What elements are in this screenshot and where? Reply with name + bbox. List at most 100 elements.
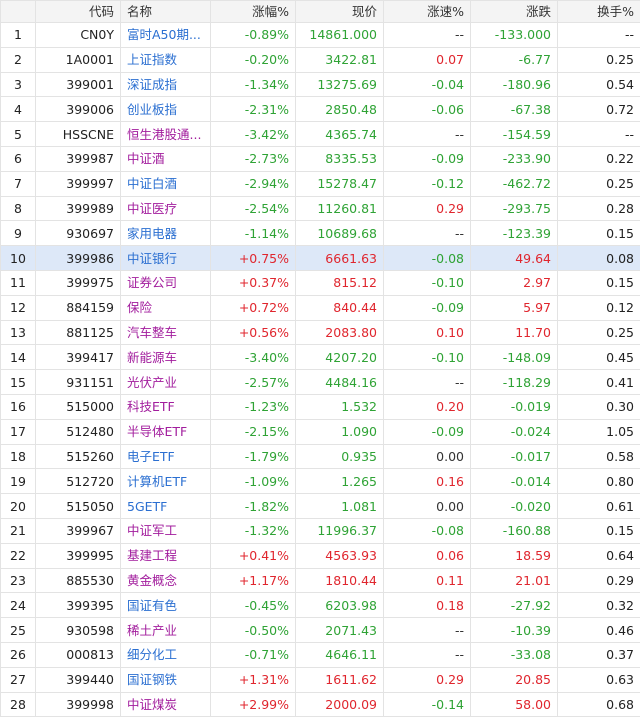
table-row[interactable]: 23885530黄金概念+1.17%1810.440.1121.010.29	[1, 568, 640, 593]
table-row[interactable]: 18515260电子ETF-1.79%0.9350.00-0.0170.58	[1, 444, 640, 469]
stock-name[interactable]: 中证银行	[121, 246, 211, 271]
table-row[interactable]: 10399986中证银行+0.75%6661.63-0.0849.640.08	[1, 246, 640, 271]
table-row[interactable]: 28399998中证煤炭+2.99%2000.09-0.1458.000.68	[1, 692, 640, 717]
column-header-turnover[interactable]: 换手%	[558, 1, 640, 23]
table-row[interactable]: 26000813细分化工-0.71%4646.11---33.080.37	[1, 642, 640, 667]
change-cell: -6.77	[471, 47, 558, 72]
row-index: 15	[1, 370, 36, 395]
change-pct-cell: -1.82%	[211, 494, 296, 519]
stock-code: 930697	[36, 221, 121, 246]
stock-name[interactable]: 国证有色	[121, 593, 211, 618]
stock-name[interactable]: 基建工程	[121, 543, 211, 568]
table-row[interactable]: 4399006创业板指-2.31%2850.48-0.06-67.380.72	[1, 97, 640, 122]
change-cell: 21.01	[471, 568, 558, 593]
stock-code: 399006	[36, 97, 121, 122]
table-row[interactable]: 5HSSCNE恒生港股通...-3.42%4365.74---154.59--	[1, 122, 640, 147]
price-cell: 8335.53	[296, 146, 384, 171]
table-row[interactable]: 22399995基建工程+0.41%4563.930.0618.590.64	[1, 543, 640, 568]
table-row[interactable]: 12884159保险+0.72%840.44-0.095.970.12	[1, 295, 640, 320]
stock-name[interactable]: 上证指数	[121, 47, 211, 72]
stock-name[interactable]: 5GETF	[121, 494, 211, 519]
row-index: 20	[1, 494, 36, 519]
table-row[interactable]: 13881125汽车整车+0.56%2083.800.1011.700.25	[1, 320, 640, 345]
table-row[interactable]: 19512720计算机ETF-1.09%1.2650.16-0.0140.80	[1, 469, 640, 494]
stock-name[interactable]: 科技ETF	[121, 394, 211, 419]
stock-name[interactable]: 中证酒	[121, 146, 211, 171]
price-cell: 815.12	[296, 270, 384, 295]
stock-name[interactable]: 富时A50期...	[121, 23, 211, 48]
column-header-code[interactable]: 代码	[36, 1, 121, 23]
table-row[interactable]: 8399989中证医疗-2.54%11260.810.29-293.750.28	[1, 196, 640, 221]
table-row[interactable]: 11399975证券公司+0.37%815.12-0.102.970.15	[1, 270, 640, 295]
stock-name[interactable]: 证券公司	[121, 270, 211, 295]
change-pct-cell: +0.75%	[211, 246, 296, 271]
table-row[interactable]: 205150505GETF-1.82%1.0810.00-0.0200.61	[1, 494, 640, 519]
price-cell: 10689.68	[296, 221, 384, 246]
stock-name[interactable]: 电子ETF	[121, 444, 211, 469]
change-cell: -133.000	[471, 23, 558, 48]
change-pct-cell: -1.14%	[211, 221, 296, 246]
stock-code: 1A0001	[36, 47, 121, 72]
stock-name[interactable]: 深证成指	[121, 72, 211, 97]
stock-name[interactable]: 黄金概念	[121, 568, 211, 593]
stock-name[interactable]: 新能源车	[121, 345, 211, 370]
stock-name[interactable]: 国证钢铁	[121, 667, 211, 692]
row-index: 6	[1, 146, 36, 171]
table-row[interactable]: 7399997中证白酒-2.94%15278.47-0.12-462.720.2…	[1, 171, 640, 196]
stock-name[interactable]: 中证医疗	[121, 196, 211, 221]
column-header-name[interactable]: 名称	[121, 1, 211, 23]
stock-code: CN0Y	[36, 23, 121, 48]
column-header-change-pct[interactable]: 涨幅%	[211, 1, 296, 23]
price-cell: 4484.16	[296, 370, 384, 395]
table-row[interactable]: 24399395国证有色-0.45%6203.980.18-27.920.32	[1, 593, 640, 618]
price-cell: 0.935	[296, 444, 384, 469]
stock-name[interactable]: 中证煤炭	[121, 692, 211, 717]
price-cell: 13275.69	[296, 72, 384, 97]
speed-cell: 0.29	[384, 667, 471, 692]
table-row[interactable]: 27399440国证钢铁+1.31%1611.620.2920.850.63	[1, 667, 640, 692]
table-row[interactable]: 17512480半导体ETF-2.15%1.090-0.09-0.0241.05	[1, 419, 640, 444]
table-row[interactable]: 9930697家用电器-1.14%10689.68---123.390.15	[1, 221, 640, 246]
table-row[interactable]: 16515000科技ETF-1.23%1.5320.20-0.0190.30	[1, 394, 640, 419]
table-row[interactable]: 25930598稀土产业-0.50%2071.43---10.390.46	[1, 618, 640, 643]
stock-name[interactable]: 细分化工	[121, 642, 211, 667]
stock-name[interactable]: 计算机ETF	[121, 469, 211, 494]
change-pct-cell: +1.17%	[211, 568, 296, 593]
column-header-speed[interactable]: 涨速%	[384, 1, 471, 23]
change-pct-cell: -1.09%	[211, 469, 296, 494]
change-pct-cell: -1.32%	[211, 518, 296, 543]
stock-name[interactable]: 光伏产业	[121, 370, 211, 395]
table-row[interactable]: 21A0001上证指数-0.20%3422.810.07-6.770.25	[1, 47, 640, 72]
stock-name[interactable]: 稀土产业	[121, 618, 211, 643]
column-header-index[interactable]	[1, 1, 36, 23]
stock-name[interactable]: 半导体ETF	[121, 419, 211, 444]
change-cell: -27.92	[471, 593, 558, 618]
stock-name[interactable]: 中证军工	[121, 518, 211, 543]
speed-cell: -0.12	[384, 171, 471, 196]
table-row[interactable]: 15931151光伏产业-2.57%4484.16---118.290.41	[1, 370, 640, 395]
stock-name[interactable]: 保险	[121, 295, 211, 320]
table-row[interactable]: 3399001深证成指-1.34%13275.69-0.04-180.960.5…	[1, 72, 640, 97]
change-pct-cell: -0.71%	[211, 642, 296, 667]
row-index: 18	[1, 444, 36, 469]
column-header-price[interactable]: 现价	[296, 1, 384, 23]
turnover-cell: 0.12	[558, 295, 640, 320]
stock-code: 399997	[36, 171, 121, 196]
stock-name[interactable]: 中证白酒	[121, 171, 211, 196]
speed-cell: -0.04	[384, 72, 471, 97]
speed-cell: --	[384, 370, 471, 395]
column-header-change[interactable]: 涨跌	[471, 1, 558, 23]
table-row[interactable]: 6399987中证酒-2.73%8335.53-0.09-233.900.22	[1, 146, 640, 171]
stock-name[interactable]: 恒生港股通...	[121, 122, 211, 147]
stock-name[interactable]: 创业板指	[121, 97, 211, 122]
table-row[interactable]: 21399967中证军工-1.32%11996.37-0.08-160.880.…	[1, 518, 640, 543]
row-index: 7	[1, 171, 36, 196]
table-row[interactable]: 1CN0Y富时A50期...-0.89%14861.000---133.000-…	[1, 23, 640, 48]
table-row[interactable]: 14399417新能源车-3.40%4207.20-0.10-148.090.4…	[1, 345, 640, 370]
stock-name[interactable]: 家用电器	[121, 221, 211, 246]
change-cell: -0.019	[471, 394, 558, 419]
row-index: 13	[1, 320, 36, 345]
price-cell: 11260.81	[296, 196, 384, 221]
stock-name[interactable]: 汽车整车	[121, 320, 211, 345]
row-index: 16	[1, 394, 36, 419]
